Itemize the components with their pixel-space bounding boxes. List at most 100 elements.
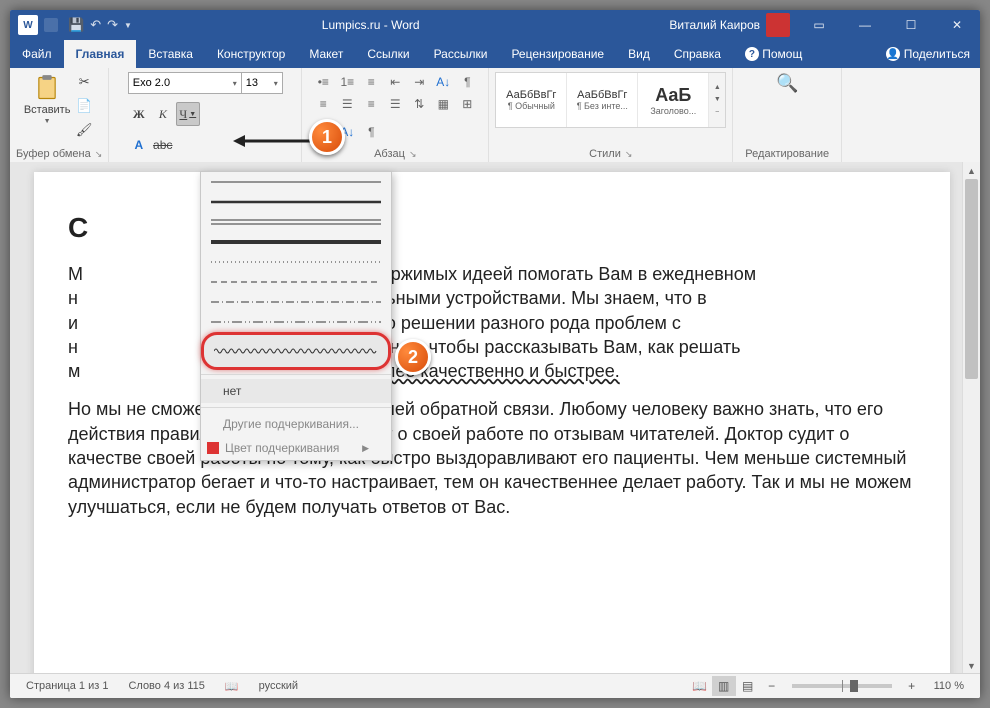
bold-button[interactable]: Ж: [128, 103, 150, 125]
tab-layout[interactable]: Макет: [297, 40, 355, 68]
gallery-expand-icon: ⎯: [716, 106, 720, 118]
status-page[interactable]: Страница 1 из 1: [16, 680, 118, 692]
tab-help[interactable]: Справка: [662, 40, 733, 68]
font-name-combo[interactable]: Exo 2.0▾: [128, 72, 242, 94]
text-effects-button[interactable]: A: [128, 134, 150, 156]
underline-none[interactable]: нет: [201, 379, 391, 403]
tab-tellme[interactable]: ? Помощ: [733, 40, 814, 68]
ribbon-options-icon[interactable]: ▭: [796, 10, 842, 40]
view-web-icon[interactable]: ▤: [736, 676, 760, 696]
view-print-icon[interactable]: ▥: [712, 676, 736, 696]
share-button[interactable]: 👤Поделиться: [876, 40, 980, 68]
underline-style-squiggle[interactable]: [211, 312, 381, 332]
underline-style-dotted[interactable]: [211, 252, 381, 272]
minimize-button[interactable]: —: [842, 10, 888, 40]
tab-view[interactable]: Вид: [616, 40, 662, 68]
group-editing: 🔍 Редактирование: [733, 68, 842, 162]
word-icon: W: [18, 15, 38, 35]
tab-design[interactable]: Конструктор: [205, 40, 297, 68]
vertical-scrollbar[interactable]: ▲ ▼: [962, 162, 980, 674]
show-marks-button[interactable]: ¶: [457, 72, 477, 92]
multilevel-button[interactable]: ≡: [361, 72, 381, 92]
underline-style-single[interactable]: [211, 172, 381, 192]
maximize-button[interactable]: ☐: [888, 10, 934, 40]
undo-icon[interactable]: ↶: [90, 17, 101, 33]
tab-file[interactable]: Файл: [10, 40, 64, 68]
page[interactable]: С Мтов, одержимых идеей помогать Вам в е…: [34, 172, 950, 674]
underline-more[interactable]: Другие подчеркивания...: [201, 412, 391, 436]
underline-button[interactable]: Ч▼: [176, 102, 200, 126]
underline-style-double[interactable]: [211, 212, 381, 232]
copy-icon[interactable]: 📄: [74, 96, 94, 116]
bullets-button[interactable]: •≡: [313, 72, 333, 92]
underline-style-wave[interactable]: [201, 332, 391, 370]
scroll-thumb[interactable]: [965, 179, 978, 379]
chevron-down-icon: ▼: [44, 118, 51, 125]
find-icon[interactable]: 🔍: [776, 72, 798, 94]
styles-launcher-icon[interactable]: ↘: [625, 149, 633, 160]
underline-style-thick[interactable]: [211, 192, 381, 212]
style-nospace[interactable]: АаБбВвГг¶ Без инте...: [567, 73, 638, 127]
italic-button[interactable]: К: [152, 103, 174, 125]
autosave-indicator[interactable]: [44, 18, 58, 32]
underline-style-dotdash[interactable]: [211, 292, 381, 312]
underline-style-dashed[interactable]: [211, 272, 381, 292]
scroll-down-icon[interactable]: ▼: [963, 657, 980, 674]
user-area[interactable]: Виталий Каиров: [669, 13, 790, 37]
style-heading1[interactable]: АаБЗаголово...: [638, 73, 709, 127]
underline-style-heavy[interactable]: [211, 232, 381, 252]
borders-button[interactable]: ⊞: [457, 94, 477, 114]
app-window: W 💾 ↶ ↷ ▼ Lumpics.ru - Word Виталий Каир…: [10, 10, 980, 698]
gallery-scroll[interactable]: ▲▼⎯: [709, 73, 725, 127]
clipboard-group-label: Буфер обмена: [16, 148, 91, 160]
numbering-button[interactable]: 1≡: [337, 72, 357, 92]
underline-color[interactable]: Цвет подчеркивания▶: [201, 436, 391, 460]
zoom-value[interactable]: 110 %: [924, 680, 974, 692]
line-spacing-button[interactable]: ⇅: [409, 94, 429, 114]
menu-separator: [201, 407, 391, 408]
avatar: [766, 13, 790, 37]
chevron-down-icon: ▼: [714, 94, 721, 106]
zoom-out-button[interactable]: −: [760, 676, 784, 696]
increase-indent-button[interactable]: ⇥: [409, 72, 429, 92]
status-words[interactable]: Слово 4 из 115: [118, 680, 214, 692]
align-center-button[interactable]: ☰: [337, 94, 357, 114]
status-proofing-icon[interactable]: 📖: [215, 680, 249, 693]
decrease-indent-button[interactable]: ⇤: [385, 72, 405, 92]
qat-dropdown-icon[interactable]: ▼: [124, 21, 132, 30]
strikethrough-button[interactable]: abє: [152, 134, 174, 156]
tab-home[interactable]: Главная: [64, 40, 137, 68]
clipboard-launcher-icon[interactable]: ↘: [95, 149, 103, 160]
format-painter-icon[interactable]: 🖌: [74, 120, 94, 140]
font-size-combo[interactable]: 13▾: [241, 72, 283, 94]
zoom-thumb[interactable]: [850, 680, 858, 692]
redo-icon[interactable]: ↷: [107, 17, 118, 33]
styles-gallery[interactable]: АаБбВвГг¶ Обычный АаБбВвГг¶ Без инте... …: [495, 72, 726, 128]
align-justify-button[interactable]: ☰: [385, 94, 405, 114]
align-left-button[interactable]: ≡: [313, 94, 333, 114]
save-icon[interactable]: 💾: [68, 17, 84, 33]
tab-insert[interactable]: Вставка: [136, 40, 205, 68]
sort-button[interactable]: A↓: [433, 72, 453, 92]
cut-icon[interactable]: ✂: [74, 72, 94, 92]
close-button[interactable]: ✕: [934, 10, 980, 40]
zoom-slider[interactable]: [792, 684, 892, 688]
group-styles: АаБбВвГг¶ Обычный АаБбВвГг¶ Без инте... …: [489, 68, 733, 162]
style-normal[interactable]: АаБбВвГг¶ Обычный: [496, 73, 567, 127]
paragraph-launcher-icon[interactable]: ↘: [409, 149, 417, 160]
tab-review[interactable]: Рецензирование: [499, 40, 616, 68]
tab-mail[interactable]: Рассылки: [422, 40, 500, 68]
paragraph-mark-button[interactable]: ¶: [361, 122, 381, 142]
paste-button[interactable]: Вставить ▼: [24, 72, 70, 125]
view-read-icon[interactable]: 📖: [688, 676, 712, 696]
paste-label: Вставить: [24, 104, 71, 116]
shading-button[interactable]: ▦: [433, 94, 453, 114]
annotation-arrow: [233, 134, 311, 148]
style-sample: АаБбВвГг: [506, 89, 556, 101]
status-lang[interactable]: русский: [249, 680, 308, 692]
zoom-in-button[interactable]: +: [900, 676, 924, 696]
scroll-up-icon[interactable]: ▲: [963, 162, 980, 179]
tab-references[interactable]: Ссылки: [355, 40, 421, 68]
align-right-button[interactable]: ≡: [361, 94, 381, 114]
ribbon: Вставить ▼ ✂ 📄 🖌 Буфер обмена↘ Exo 2.0▾ …: [10, 68, 980, 163]
